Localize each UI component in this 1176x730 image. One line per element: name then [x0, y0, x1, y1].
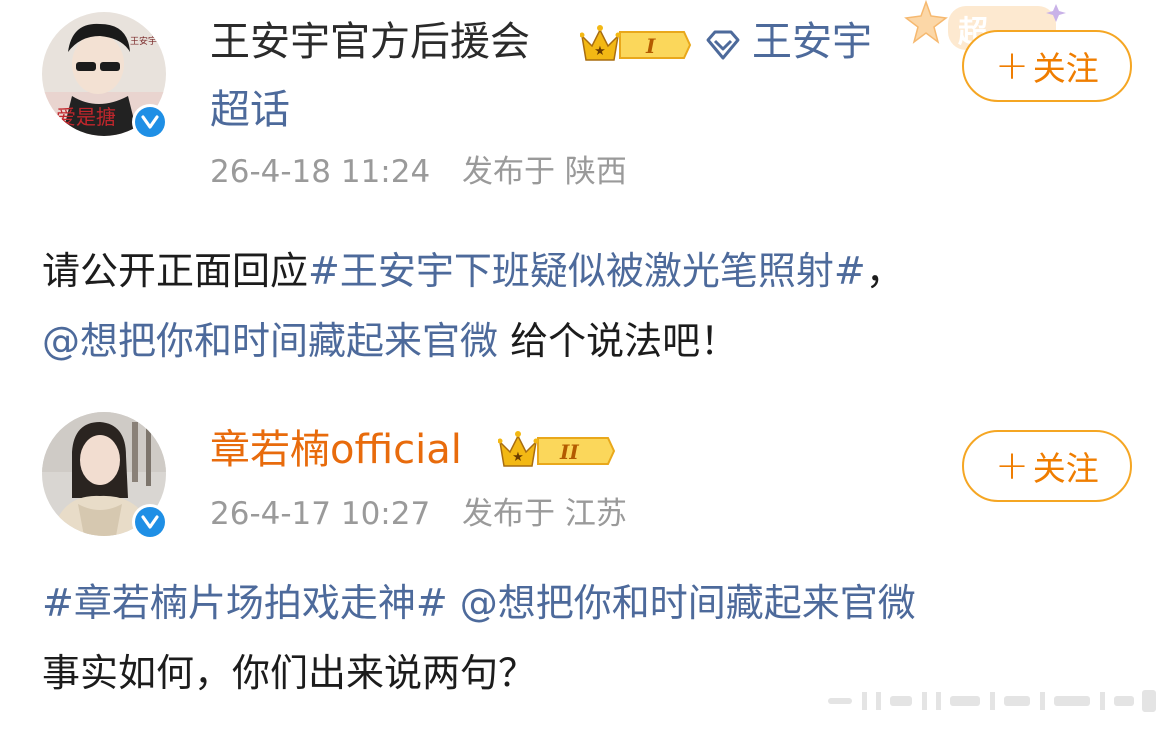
post-1: 爱是搪 王安宇 王安宇官方后援会 ★ I 王安宇 超话 超 + 关注 26-4-…	[0, 0, 1176, 380]
author-name[interactable]: 章若楠official	[210, 424, 462, 476]
svg-text:★: ★	[512, 450, 524, 465]
post-text-line-2: 事实如何，你们出来说两句？	[42, 651, 537, 695]
diamond-icon	[704, 28, 742, 66]
post-text-line-2: @想把你和时间藏起来官微 给个说法吧！	[42, 310, 738, 372]
plus-icon: +	[995, 443, 1029, 489]
verified-badge	[132, 104, 168, 140]
author-name[interactable]: 王安宇官方后援会	[210, 16, 530, 68]
topic-suffix[interactable]: 超话	[210, 84, 290, 136]
post-text-line-1: #章若楠片场拍戏走神# @想把你和时间藏起来官微	[42, 572, 916, 634]
hashtag-link[interactable]: #王安宇下班疑似被激光笔照射#	[308, 249, 866, 293]
post-time: 26-4-17 10:27	[210, 496, 431, 532]
post-time: 26-4-18 11:24	[210, 154, 431, 190]
plus-icon: +	[995, 43, 1029, 89]
post-2: 章若楠official ★ II + 关注 26-4-17 10:27 发布于 …	[0, 400, 1176, 730]
check-icon	[141, 515, 159, 529]
follow-button[interactable]: + 关注	[962, 30, 1132, 102]
check-icon	[141, 115, 159, 129]
mention-link[interactable]: @想把你和时间藏起来官微	[460, 581, 916, 625]
hashtag-link[interactable]: #章若楠片场拍戏走神#	[42, 581, 448, 625]
text-plain: ，	[865, 249, 904, 293]
crown-level-badge: ★ I	[579, 24, 692, 70]
post-location: 发布于 陕西	[462, 154, 627, 190]
mention-link[interactable]: @想把你和时间藏起来官微	[42, 319, 498, 363]
svg-text:★: ★	[594, 44, 606, 59]
text-plain: 给个说法吧！	[498, 319, 739, 363]
watermark	[828, 686, 1158, 716]
follow-label: 关注	[1032, 449, 1099, 488]
crown-level-badge: ★ II	[497, 430, 616, 476]
text-plain: 请公开正面回应	[42, 249, 309, 293]
level-badge-label: II	[559, 440, 579, 464]
verified-badge	[132, 504, 168, 540]
follow-label: 关注	[1032, 49, 1099, 88]
post-text-line-1: 请公开正面回应#王安宇下班疑似被激光笔照射#，	[42, 240, 904, 302]
svg-text:王安宇: 王安宇	[130, 35, 157, 47]
post-meta: 26-4-18 11:24 发布于 陕西	[210, 152, 627, 192]
svg-text:爱是搪: 爱是搪	[56, 105, 116, 129]
follow-button[interactable]: + 关注	[962, 430, 1132, 502]
post-meta: 26-4-17 10:27 发布于 江苏	[210, 494, 627, 534]
post-location: 发布于 江苏	[462, 496, 627, 532]
level-badge-label: I	[645, 34, 656, 58]
topic-link[interactable]: 王安宇	[752, 16, 872, 68]
